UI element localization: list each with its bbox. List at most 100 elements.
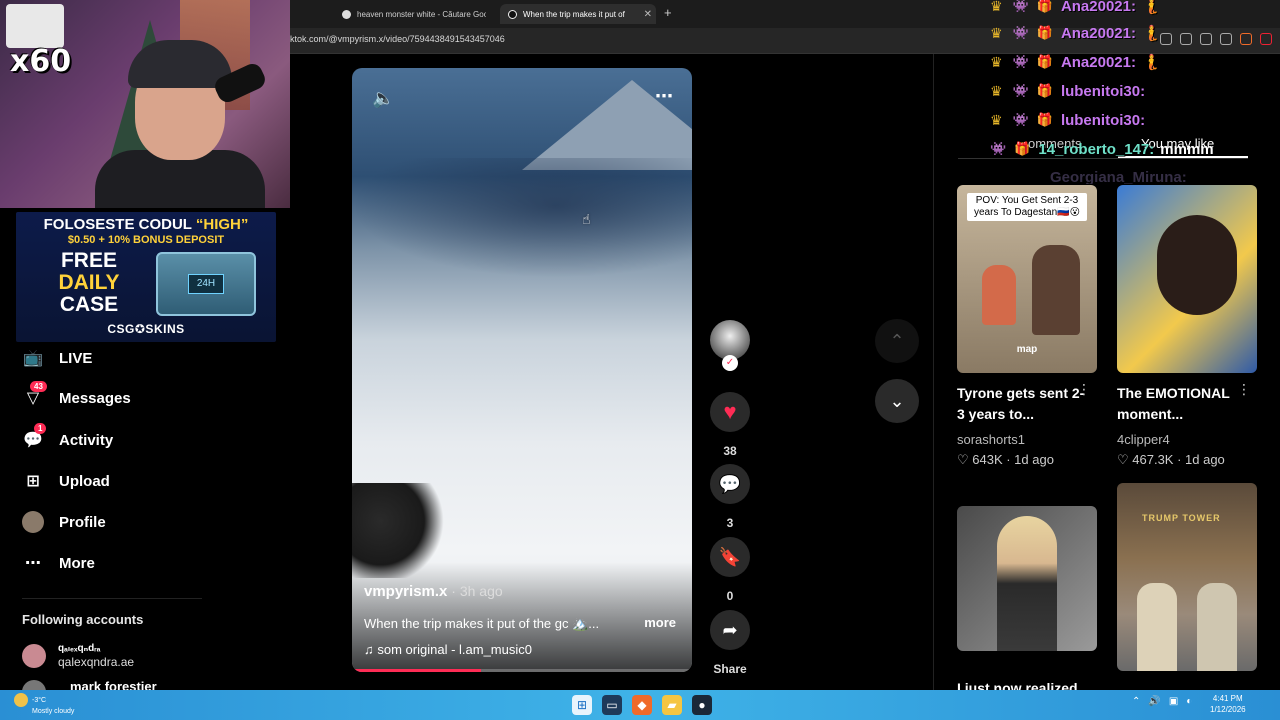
messages-badge: 43	[30, 381, 47, 392]
music-note-icon: ♫	[364, 642, 378, 657]
cast-icon[interactable]	[1180, 33, 1192, 45]
activity-badge: 1	[34, 423, 47, 434]
suggested-video-card[interactable]	[957, 483, 1097, 651]
volume-icon[interactable]: 🔈	[372, 88, 394, 109]
like-button[interactable]: ♥ 38	[708, 392, 752, 458]
more-options-icon[interactable]: ⋯	[655, 86, 674, 107]
weather-condition: Mostly cloudy	[32, 708, 75, 715]
post-time: · 3h ago	[447, 583, 503, 599]
url-text: ktok.com/@vmpyrism.x/video/7594438491543…	[290, 34, 505, 44]
comment-button[interactable]: 💬 3	[708, 464, 752, 530]
steam-icon[interactable]: ●	[692, 695, 712, 715]
video-progress-bar[interactable]	[352, 669, 692, 672]
tray-volume-icon[interactable]: ◐	[1186, 696, 1192, 707]
chest-timer: 24H	[188, 274, 224, 294]
ad-brand: CSG✪SKINS	[107, 322, 185, 336]
sponsor-banner: FOLOSESTE CODUL “HIGH” $0.50 + 10% BONUS…	[16, 212, 276, 342]
video-author[interactable]: vmpyrism.x · 3h ago	[364, 583, 503, 600]
video-player[interactable]: 🔈 ⋯ vmpyrism.x · 3h ago When the trip ma…	[352, 68, 692, 672]
browser-tab-search[interactable]: heaven monster white - Căutare Goo	[334, 4, 486, 24]
sidebar-item-messages[interactable]: ▽ 43 Messages	[22, 381, 131, 412]
tray-network-icon[interactable]: ▣	[1169, 696, 1178, 707]
chat-text: mmmm	[1160, 140, 1214, 158]
weather-icon	[14, 693, 28, 707]
browser-toolbar	[1160, 33, 1272, 45]
card-author: sorashorts1	[957, 432, 1025, 447]
sidebar-item-activity[interactable]: 💬 1 Activity	[22, 423, 113, 454]
rewards-icon[interactable]	[1260, 33, 1272, 45]
account-handle: qalexqndra.ae	[58, 655, 135, 669]
brave-browser-icon[interactable]: ◆	[632, 695, 652, 715]
creator-avatar[interactable]	[710, 320, 750, 360]
following-check-icon[interactable]: ✓	[722, 355, 738, 371]
following-account[interactable]: qₐₗₑₓqₙdᵣₐ qalexqndra.ae	[22, 642, 134, 669]
tab-label: heaven monster white - Căutare Goo	[357, 9, 486, 19]
sidebar-item-profile[interactable]: Profile	[22, 508, 106, 536]
video-thumbnail	[957, 506, 1097, 651]
profile-avatar	[22, 511, 44, 533]
chat-message: ♛ 👾 🎁 Ana20021: 🧜	[990, 23, 1161, 43]
gift-badge-icon: 🎁	[1036, 112, 1053, 127]
sidebar-item-more[interactable]: ⋯ More	[22, 549, 95, 577]
browser-tab-tiktok[interactable]: When the trip makes it put of ✕	[500, 4, 656, 24]
ad-headline-prefix: FOLOSESTE CODUL	[43, 216, 196, 233]
invader-badge-icon: 👾	[990, 141, 1007, 156]
clock-time: 4:41 PM	[1212, 694, 1243, 703]
caption-more-link[interactable]: more	[644, 615, 676, 630]
clock-date: 1/12/2026	[1210, 705, 1246, 714]
brave-shield-icon[interactable]	[1240, 33, 1252, 45]
card-title: Tyrone gets sent 2-3 years to...	[957, 385, 1085, 422]
sidebar-divider	[22, 598, 202, 599]
ad-bonus: $0.50 + 10% BONUS DEPOSIT	[67, 234, 225, 246]
tiktok-icon	[508, 9, 517, 19]
weather-widget[interactable]: -3°C Mostly cloudy	[14, 693, 74, 717]
suggested-video-card[interactable]: POV: You Get Sent 2-3 years To Dagestan🇷…	[957, 185, 1097, 468]
case-chest-image: 24H	[156, 252, 256, 316]
author-name: vmpyrism.x	[364, 583, 448, 600]
like-count: 38	[723, 444, 737, 458]
ad-headline: FOLOSESTE CODUL “HIGH”	[16, 216, 276, 233]
share-button[interactable]: ➦ Share	[708, 610, 752, 676]
invader-badge-icon: 👾	[1012, 54, 1029, 69]
invader-badge-icon: 👾	[1012, 112, 1029, 127]
next-video-button[interactable]: ⌄	[875, 379, 919, 423]
zoom-icon[interactable]	[1200, 33, 1212, 45]
card-menu-icon[interactable]: ⋮	[1237, 381, 1251, 398]
chat-username: lubenitoi30:	[1060, 111, 1146, 129]
tray-speaker-icon[interactable]: 🔊	[1148, 696, 1160, 707]
sidebar-item-upload[interactable]: ⊞ Upload	[22, 467, 110, 495]
file-explorer-icon[interactable]: ▰	[662, 695, 682, 715]
chat-message: ♛ 👾 🎁 Ana20021: 🧜	[990, 52, 1161, 72]
chat-username: Ana20021:	[1060, 24, 1136, 42]
following-account[interactable]: mark forestier	[22, 680, 157, 690]
sidebar-item-live[interactable]: 📺 LIVE	[22, 344, 92, 372]
tray-chevron-up-icon[interactable]: ⌃	[1132, 696, 1140, 707]
close-tab-icon[interactable]: ✕	[644, 9, 652, 20]
windows-start-icon[interactable]: ⊞	[572, 695, 592, 715]
chat-username: Ana20021:	[1060, 0, 1136, 15]
thumbnail-person	[1197, 583, 1237, 671]
account-display-name: mark forestier	[70, 680, 157, 690]
suggested-video-card[interactable]: The EMOTIONAL moment... ⋮ 4clipper4 ♡ 46…	[1117, 185, 1257, 468]
tab-label: When the trip makes it put of	[523, 9, 625, 19]
video-thumbnail: POV: You Get Sent 2-3 years To Dagestan🇷…	[957, 185, 1097, 373]
avatar	[22, 680, 46, 690]
thumbnail-person	[1137, 583, 1177, 671]
card-menu-icon[interactable]: ⋮	[1077, 381, 1091, 398]
taskbar-apps: ⊞ ▭ ◆ ▰ ●	[572, 695, 712, 715]
suggested-video-card[interactable]: TRUMP TOWER	[1117, 483, 1257, 671]
taskbar-clock[interactable]: 4:41 PM 1/12/2026	[1210, 693, 1246, 715]
bookmark-icon: 🔖	[710, 537, 750, 577]
chat-message: Georgiana_Miruna:	[990, 170, 1187, 184]
sidebar-item-label: Profile	[59, 513, 106, 531]
streamer-webcam: x60	[0, 0, 290, 208]
new-tab-button[interactable]: +	[664, 5, 672, 20]
chat-text: 🧜	[1141, 54, 1161, 71]
reader-icon[interactable]	[1160, 33, 1172, 45]
sidebar-item-label: More	[59, 554, 95, 572]
save-button[interactable]: 🔖 0	[708, 537, 752, 603]
share-icon[interactable]	[1220, 33, 1232, 45]
video-music[interactable]: ♫ som original - l.am_music0	[364, 642, 532, 657]
desktop-icon[interactable]: ▭	[602, 695, 622, 715]
previous-video-button[interactable]: ⌃	[875, 319, 919, 363]
